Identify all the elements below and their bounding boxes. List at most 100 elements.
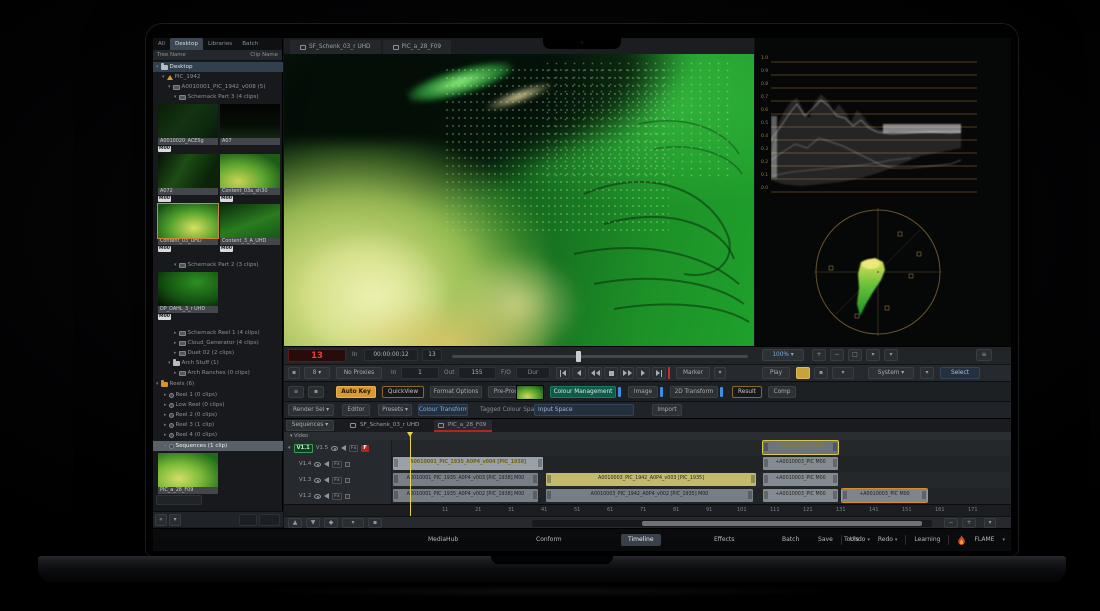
media-thumbnail[interactable]: A0010020_ACE5g M00 [158, 104, 218, 152]
snap-icon[interactable]: ◆ [324, 518, 338, 528]
track-header[interactable]: ▾ V1.1 V1.5 Fx F [284, 440, 392, 456]
viewer-tab-pic[interactable]: PIC_a_28_F09 [383, 40, 452, 54]
image-button[interactable]: Image [628, 386, 658, 398]
fx-badge[interactable]: Fx [349, 445, 358, 452]
collapse-icon[interactable]: « [155, 514, 167, 526]
timeline-clip[interactable]: +A0010003_PIC M00 [763, 457, 838, 470]
link-icon[interactable]: ▪ [368, 518, 382, 528]
system-dropdown[interactable]: System ▾ [868, 367, 914, 379]
tab-desktop[interactable]: Desktop [170, 38, 203, 50]
editor-button[interactable]: Editor [342, 404, 370, 416]
comp-button[interactable]: Comp [768, 386, 796, 398]
timeline-clip[interactable]: A0010001_PIC_1935_A0P4_v002 [PIC_1938] M… [393, 489, 538, 502]
visibility-eye-icon[interactable] [314, 478, 321, 483]
timeline-options-icon[interactable]: ▾ [984, 518, 996, 528]
fx-badge[interactable]: Fx [332, 477, 341, 484]
tree-item-reels[interactable]: ▾ Reels (6) [153, 379, 283, 389]
media-thumbnail-selected[interactable]: Content_03_UHD M00 [158, 204, 218, 252]
track-header[interactable]: V1.2 Fx [284, 488, 392, 504]
out-frame-field[interactable]: 155 [458, 367, 496, 379]
panel-menu-icon[interactable]: ≡ [976, 349, 992, 361]
track-checkbox[interactable] [345, 462, 350, 467]
clip-mini-thumbnail[interactable] [516, 385, 544, 400]
learning-button[interactable]: Learning [914, 534, 940, 546]
speaker-icon[interactable] [324, 477, 329, 483]
timeline-clip[interactable]: +A0010003_PIC M00 [763, 441, 838, 454]
track-header[interactable]: V1.3 Fx [284, 472, 392, 488]
media-thumbnail[interactable]: PIC_a_28_F09 [158, 453, 218, 501]
tree-item-desktop[interactable]: ▾ Desktop [153, 62, 283, 72]
tree-item-schemack-part3[interactable]: ▾ Schemack Part 3 (4 clips) [153, 92, 283, 102]
in-frame-field[interactable]: 1 [401, 367, 439, 379]
speaker-icon[interactable] [324, 493, 329, 499]
speaker-icon[interactable] [341, 445, 346, 451]
timeline-tab-schenk[interactable]: SF_Schenk_03_r UHD [346, 420, 425, 432]
scrub-bar[interactable] [452, 355, 748, 358]
stop-button[interactable] [604, 367, 618, 379]
tree-item-arch-stuff[interactable]: ▾ Arch Stuff (1) [153, 358, 283, 368]
sequences-dropdown[interactable]: Sequences ▾ [286, 420, 334, 431]
import-button[interactable]: Import [652, 404, 682, 416]
tab-libraries[interactable]: Libraries [203, 38, 237, 50]
tree-item-reel4[interactable]: ▸ Reel 4 (0 clips) [153, 430, 283, 440]
frame-field[interactable]: 13 [422, 349, 442, 361]
tools-dropdown-icon[interactable]: ▾ [342, 518, 364, 528]
timecode-display-dropdown-icon[interactable]: ▾ [832, 367, 854, 379]
tree-item-duet[interactable]: ▸ Duet 02 (2 clips) [153, 348, 283, 358]
list-icon[interactable]: ≡ [288, 386, 304, 398]
view-options-icon[interactable]: ▾ [866, 349, 880, 361]
zoom-in-icon[interactable]: + [812, 349, 826, 361]
loop-mode-icon[interactable] [796, 367, 810, 379]
undo-dropdown[interactable]: Undo ▾ [850, 534, 870, 546]
redo-dropdown[interactable]: Redo ▾ [878, 534, 898, 546]
sort-clip-name[interactable]: Clip Name [250, 50, 278, 60]
gear-icon[interactable]: ▪ [288, 367, 300, 379]
input-space-field[interactable]: Input Space [534, 404, 634, 416]
tree-item-reel3[interactable]: ▸ Reel 3 (1 clip) [153, 420, 283, 430]
track-header[interactable]: V1.4 Fx [284, 456, 392, 472]
presets-dropdown[interactable]: Presets ▾ [378, 404, 412, 416]
page-field[interactable] [259, 514, 280, 526]
mode-mediahub[interactable]: MediaHub [421, 534, 465, 546]
play-mode-button[interactable]: Play [762, 367, 790, 379]
duration-field[interactable]: Dur [516, 367, 550, 379]
speaker-icon[interactable] [324, 461, 329, 467]
track-badge[interactable]: V1.1 [294, 444, 313, 453]
playhead[interactable] [410, 432, 411, 516]
go-to-start-button[interactable] [556, 367, 570, 379]
app-menu-dropdown-icon[interactable]: ▾ [1002, 534, 1005, 546]
visibility-eye-icon[interactable] [331, 446, 338, 451]
select-button[interactable]: Select [940, 367, 980, 379]
auto-key-button[interactable]: Auto Key [336, 386, 376, 398]
view-layout-icon[interactable]: ▾ [884, 349, 898, 361]
tree-item-pic1942[interactable]: ▾ PIC_1942 [153, 72, 283, 82]
timeline-scrollbar[interactable] [532, 520, 932, 527]
visibility-eye-icon[interactable] [314, 494, 321, 499]
media-thumbnail[interactable]: A072 M00 [158, 154, 218, 202]
timeline-clip[interactable]: +A0010003_PIC M00 [842, 489, 927, 502]
colour-management-button[interactable]: Colour Management [550, 386, 616, 398]
frame-count-field[interactable] [239, 514, 257, 526]
marker-dropdown[interactable]: Marker [676, 367, 710, 379]
timeline-clip[interactable]: A0010003_PIC_1942_A0P4_v002 [PIC_1935] M… [546, 489, 753, 502]
tree-item-reel2[interactable]: ▸ Reel 2 (0 clips) [153, 410, 283, 420]
tree-item-low-reel[interactable]: ▸ Low Reel (0 clips) [153, 400, 283, 410]
visibility-eye-icon[interactable] [314, 462, 321, 467]
format-options-button[interactable]: Format Options [430, 386, 482, 398]
viewer-tab-schenk[interactable]: SF_Schenk_03_r UHD [290, 40, 381, 54]
grid-icon[interactable]: ▪ [308, 386, 324, 398]
scrub-handle[interactable] [576, 351, 581, 362]
fx-badge[interactable]: Fx [332, 493, 341, 500]
proxy-dropdown[interactable]: 8 ▾ [304, 367, 330, 379]
marker-options-icon[interactable]: ▾ [714, 367, 726, 379]
zoom-out-icon[interactable]: − [830, 349, 844, 361]
2d-transform-button[interactable]: 2D Transform [670, 386, 718, 398]
next-cut-button[interactable] [636, 367, 650, 379]
previous-cut-button[interactable] [572, 367, 586, 379]
fx-badge[interactable]: Fx [332, 461, 341, 468]
track-checkbox[interactable] [345, 478, 350, 483]
tree-item-a0010001[interactable]: ▾ A0010001_PIC_1942_v008 (5) [153, 82, 283, 92]
media-thumbnail[interactable]: A07 [220, 104, 280, 152]
tree-item-schemack-reel1[interactable]: ▸ Schemack Reel 1 (4 clips) [153, 328, 283, 338]
tab-all[interactable]: All [153, 38, 170, 50]
